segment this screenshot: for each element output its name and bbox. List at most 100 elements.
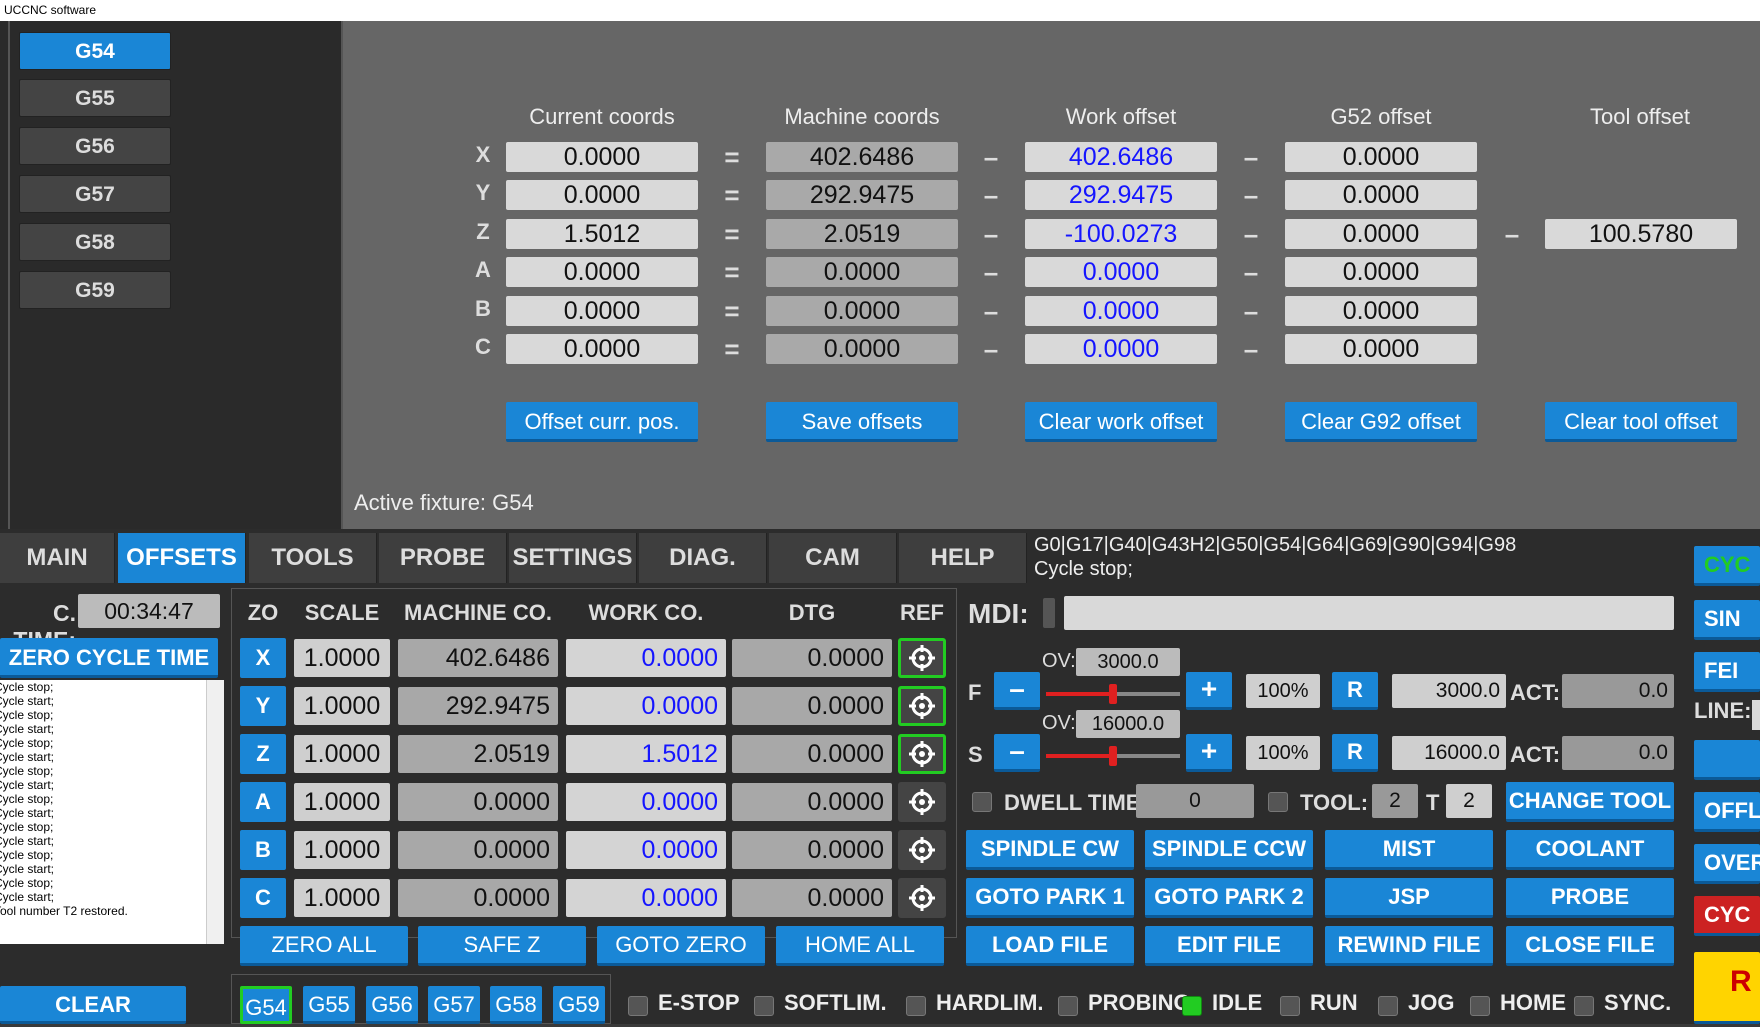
dwell-time-value[interactable]: 0	[1136, 784, 1254, 818]
tab-offsets[interactable]: OFFSETS	[118, 533, 246, 583]
coolant-button[interactable]: COOLANT	[1506, 830, 1674, 870]
clear-tool-offset-button[interactable]: Clear tool offset	[1545, 402, 1737, 442]
feed-increase-button[interactable]: +	[1186, 672, 1232, 710]
work-co-b[interactable]: 0.0000	[566, 831, 726, 869]
dwell-checkbox[interactable]	[972, 792, 992, 812]
tool-checkbox[interactable]	[1268, 792, 1288, 812]
override-button[interactable]: OVER	[1694, 844, 1760, 884]
fixture-button-g59[interactable]: G59	[19, 271, 171, 309]
fixture-button-g56[interactable]: G56	[19, 127, 171, 165]
scale-c[interactable]: 1.0000	[294, 879, 390, 917]
fixture-bar-g58-button[interactable]: G58	[490, 986, 542, 1024]
work-co-z[interactable]: 1.5012	[566, 735, 726, 773]
goto-zero-button[interactable]: GOTO ZERO	[597, 926, 765, 966]
spindle-decrease-button[interactable]: –	[994, 734, 1040, 772]
clear-work-offset-button[interactable]: Clear work offset	[1025, 402, 1217, 442]
fixture-bar-g56-button[interactable]: G56	[366, 986, 418, 1024]
fixture-bar-g54-button[interactable]: G54	[240, 986, 292, 1024]
cycle-stop-button[interactable]: CYC	[1694, 896, 1760, 936]
fixture-bar-g57-button[interactable]: G57	[428, 986, 480, 1024]
scale-b[interactable]: 1.0000	[294, 831, 390, 869]
load-file-button[interactable]: LOAD FILE	[966, 926, 1134, 966]
zero-axis-c-button[interactable]: C	[240, 878, 286, 918]
fixture-button-g58[interactable]: G58	[19, 223, 171, 261]
fixture-bar-g59-button[interactable]: G59	[553, 986, 605, 1024]
t-number-input[interactable]: 2	[1446, 784, 1492, 818]
work-co-y[interactable]: 0.0000	[566, 687, 726, 725]
feed-decrease-button[interactable]: –	[994, 672, 1040, 710]
ref-x-button[interactable]	[898, 638, 946, 678]
scale-a[interactable]: 1.0000	[294, 783, 390, 821]
zero-axis-z-button[interactable]: Z	[240, 734, 286, 774]
spindle-ccw-button[interactable]: SPINDLE CCW	[1145, 830, 1313, 870]
feed-override-slider[interactable]	[1046, 684, 1180, 704]
zero-all-button[interactable]: ZERO ALL	[240, 926, 408, 966]
clear-g92-offset-button[interactable]: Clear G92 offset	[1285, 402, 1477, 442]
tab-main[interactable]: MAIN	[0, 533, 115, 583]
goto-park-1-button[interactable]: GOTO PARK 1	[966, 878, 1134, 918]
spindle-reset-button[interactable]: R	[1332, 734, 1378, 772]
log-scrollbar[interactable]	[206, 680, 224, 944]
zero-axis-b-button[interactable]: B	[240, 830, 286, 870]
scale-x[interactable]: 1.0000	[294, 639, 390, 677]
change-tool-button[interactable]: CHANGE TOOL	[1506, 782, 1674, 822]
work-co-x[interactable]: 0.0000	[566, 639, 726, 677]
spindle-override-slider[interactable]	[1046, 746, 1180, 766]
work-co-c[interactable]: 0.0000	[566, 879, 726, 917]
spindle-increase-button[interactable]: +	[1186, 734, 1232, 772]
line-input[interactable]	[1752, 700, 1760, 730]
work-co-a[interactable]: 0.0000	[566, 783, 726, 821]
zero-axis-y-button[interactable]: Y	[240, 686, 286, 726]
tab-settings[interactable]: SETTINGS	[509, 533, 637, 583]
jsp-button[interactable]: JSP	[1325, 878, 1493, 918]
cycle-start-button[interactable]: CYC	[1694, 546, 1760, 586]
tab-probe[interactable]: PROBE	[379, 533, 507, 583]
work-offset-b[interactable]: 0.0000	[1025, 296, 1217, 326]
zero-axis-x-button[interactable]: X	[240, 638, 286, 678]
mdi-input[interactable]	[1064, 596, 1674, 630]
scale-y[interactable]: 1.0000	[294, 687, 390, 725]
ref-z-button[interactable]	[898, 734, 946, 774]
run-from-here-button[interactable]	[1694, 740, 1760, 780]
safe-z-button[interactable]: SAFE Z	[418, 926, 586, 966]
ref-a-button[interactable]	[898, 782, 946, 822]
work-offset-c[interactable]: 0.0000	[1025, 334, 1217, 364]
clear-log-button[interactable]: CLEAR	[0, 986, 186, 1024]
ref-y-button[interactable]	[898, 686, 946, 726]
fixture-bar-g55-button[interactable]: G55	[303, 986, 355, 1024]
spindle-cw-button[interactable]: SPINDLE CW	[966, 830, 1134, 870]
tool-offset-z[interactable]: 100.5780	[1545, 219, 1737, 249]
tab-tools[interactable]: TOOLS	[249, 533, 377, 583]
mist-button[interactable]: MIST	[1325, 830, 1493, 870]
close-file-button[interactable]: CLOSE FILE	[1506, 926, 1674, 966]
header-g52-offset: G52 offset	[1330, 104, 1432, 129]
tab-help[interactable]: HELP	[899, 533, 1027, 583]
work-offset-a[interactable]: 0.0000	[1025, 257, 1217, 287]
single-block-button[interactable]: SIN	[1694, 600, 1760, 640]
edit-file-button[interactable]: EDIT FILE	[1145, 926, 1313, 966]
feed-hold-button[interactable]: FEI	[1694, 652, 1760, 692]
work-offset-y[interactable]: 292.9475	[1025, 180, 1217, 210]
feed-reset-button[interactable]: R	[1332, 672, 1378, 710]
rewind-file-button[interactable]: REWIND FILE	[1325, 926, 1493, 966]
offset-current-position-button[interactable]: Offset curr. pos.	[506, 402, 698, 442]
ref-c-button[interactable]	[898, 878, 946, 918]
fixture-button-g54[interactable]: G54	[19, 32, 171, 70]
work-offset-x[interactable]: 402.6486	[1025, 142, 1217, 172]
goto-park-2-button[interactable]: GOTO PARK 2	[1145, 878, 1313, 918]
probe-button[interactable]: PROBE	[1506, 878, 1674, 918]
mdi-history-button[interactable]	[1043, 598, 1055, 628]
tab-diag[interactable]: DIAG.	[639, 533, 767, 583]
fixture-button-g55[interactable]: G55	[19, 79, 171, 117]
fixture-button-g57[interactable]: G57	[19, 175, 171, 213]
ref-b-button[interactable]	[898, 830, 946, 870]
home-all-button[interactable]: HOME ALL	[776, 926, 944, 966]
tab-cam[interactable]: CAM	[769, 533, 897, 583]
zero-axis-a-button[interactable]: A	[240, 782, 286, 822]
offline-button[interactable]: OFFL	[1694, 792, 1760, 832]
work-offset-z[interactable]: -100.0273	[1025, 219, 1217, 249]
zero-cycle-time-button[interactable]: ZERO CYCLE TIME	[0, 638, 218, 678]
save-offsets-button[interactable]: Save offsets	[766, 402, 958, 442]
scale-z[interactable]: 1.0000	[294, 735, 390, 773]
reset-button[interactable]: R	[1694, 952, 1760, 1024]
